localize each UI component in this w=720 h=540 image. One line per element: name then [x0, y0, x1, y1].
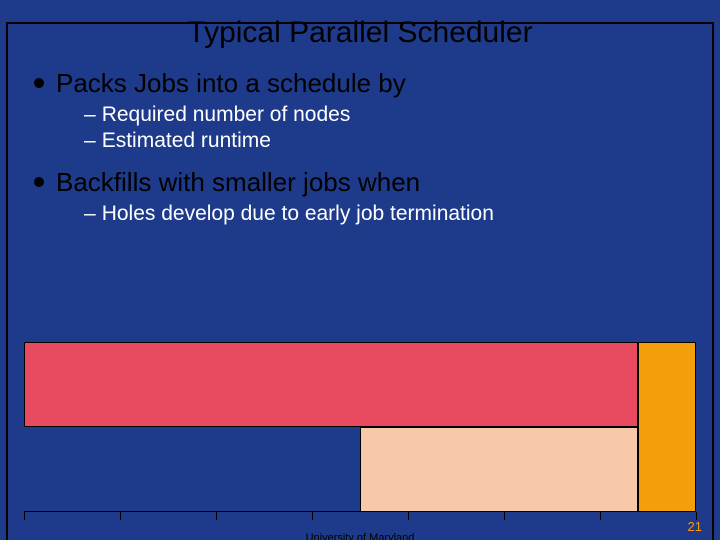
- chart-tick: [120, 512, 121, 520]
- footer-text: University of Maryland: [0, 532, 720, 540]
- job-block-job-orange: [638, 342, 696, 512]
- chart-tick: [504, 512, 505, 520]
- schedule-chart: [24, 342, 696, 512]
- job-block-job-peach: [360, 427, 638, 512]
- chart-tick: [600, 512, 601, 520]
- chart-tick: [408, 512, 409, 520]
- chart-tick: [312, 512, 313, 520]
- chart-tick: [24, 512, 25, 520]
- job-block-job-red: [24, 342, 638, 427]
- chart-tick: [216, 512, 217, 520]
